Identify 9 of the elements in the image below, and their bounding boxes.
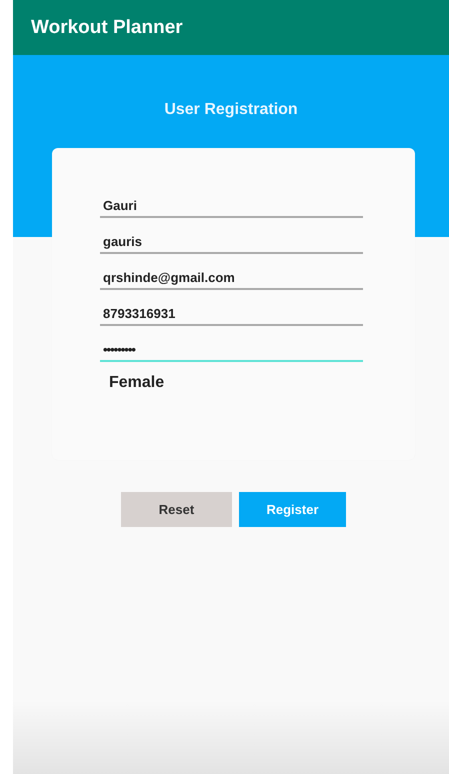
input-field[interactable]: 8793316931 xyxy=(100,302,363,326)
password-field[interactable]: ••••••••• xyxy=(100,338,363,362)
input-field[interactable]: gauris xyxy=(100,230,363,254)
page-heading: User Registration xyxy=(164,101,298,119)
input-field[interactable]: qrshinde@gmail.com xyxy=(100,266,363,290)
app-title: Workout Planner xyxy=(31,16,183,38)
input-field[interactable]: Gauri xyxy=(100,194,363,218)
reset-button[interactable]: Reset xyxy=(121,492,232,527)
gender-value: Female xyxy=(109,374,166,392)
